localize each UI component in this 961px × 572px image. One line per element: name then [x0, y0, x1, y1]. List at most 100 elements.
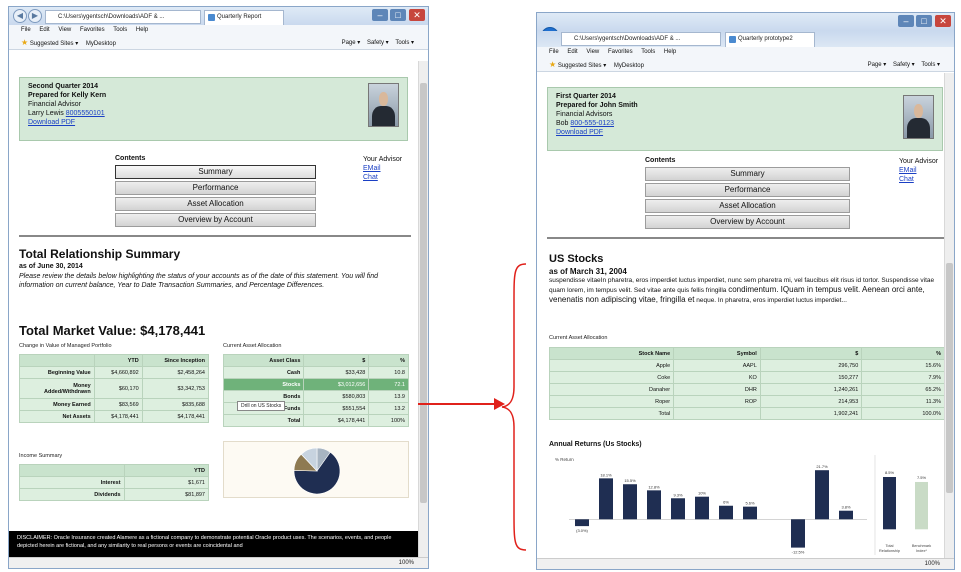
command-bar: Page ▾ Safety ▾ Tools ▾: [863, 58, 940, 72]
menu-favorites[interactable]: Favorites: [608, 49, 633, 55]
maximize-icon[interactable]: □: [390, 9, 406, 21]
close-icon[interactable]: ✕: [409, 9, 425, 21]
nav-summary-button[interactable]: Summary: [645, 167, 850, 181]
table-row[interactable]: Cash $33,428 10.8: [222, 366, 409, 379]
menu-edit[interactable]: Edit: [39, 27, 49, 33]
your-advisor-panel: Your Advisor EMail Chat: [899, 157, 938, 184]
prepared-for: Prepared for Kelly Kern: [28, 92, 107, 99]
nav-overview-button[interactable]: Overview by Account: [645, 215, 850, 229]
menu-favorites[interactable]: Favorites: [80, 27, 105, 33]
download-pdf-link[interactable]: Download PDF: [28, 118, 106, 127]
favorites-star-icon[interactable]: ★: [21, 38, 28, 47]
table-row: Roper ROP 214,953 11.3%: [548, 395, 944, 408]
summary-intro: Please review the details below highligh…: [19, 273, 379, 289]
advisor-role: Financial Advisors: [556, 111, 613, 118]
contents-label: Contents: [645, 157, 676, 164]
minimize-icon[interactable]: –: [898, 15, 914, 27]
left-scrollbar[interactable]: [418, 61, 428, 557]
cmd-safety[interactable]: Safety ▾: [893, 62, 915, 68]
nav-overview-button[interactable]: Overview by Account: [115, 213, 316, 227]
bar: [623, 484, 637, 520]
table-row: Coke KO 150,277 7.9%: [548, 371, 944, 384]
asset-allocation-table: Asset Class $ % Cash $33,428 10.8 Stocks…: [222, 354, 409, 427]
bar: [839, 510, 853, 520]
tab-quarterly-report[interactable]: Quarterly Report: [204, 10, 284, 25]
cmd-safety[interactable]: Safety ▾: [367, 40, 389, 46]
cmd-page[interactable]: Page ▾: [868, 62, 887, 68]
fav-mydesktop[interactable]: MyDesktop: [614, 63, 644, 69]
your-advisor-label: Your Advisor: [899, 158, 939, 165]
as-of-date: as of March 31, 2004: [549, 267, 627, 276]
forward-icon[interactable]: ▶: [28, 9, 42, 23]
comparison-value-label: 8.5%: [885, 470, 895, 475]
menu-file[interactable]: File: [549, 49, 559, 55]
comparison-bar: [915, 481, 928, 530]
quarter-title: First Quarter 2014: [556, 93, 616, 100]
total-market-value: Total Market Value: $4,178,441: [19, 323, 206, 338]
close-icon[interactable]: ✕: [935, 15, 951, 27]
menu-view[interactable]: View: [58, 27, 71, 33]
cmd-page[interactable]: Page ▾: [342, 40, 361, 46]
nav-asset-allocation-button[interactable]: Asset Allocation: [115, 197, 316, 211]
address-bar[interactable]: C:\Users\ygentsch\Downloads\ADF & ...: [561, 32, 721, 46]
nav-performance-button[interactable]: Performance: [645, 183, 850, 197]
tab-quarterly-prototype[interactable]: Quarterly prototype2: [725, 32, 815, 47]
allocation-pie-chart[interactable]: [224, 442, 410, 499]
cmd-tools[interactable]: Tools ▾: [395, 40, 414, 46]
address-bar[interactable]: C:\Users\ygentsch\Downloads\ADF & ...: [45, 10, 201, 24]
prepared-for: Prepared for John Smith: [556, 102, 638, 109]
email-link[interactable]: EMail: [899, 166, 938, 175]
advisor-phone-link[interactable]: 800-555-0123: [570, 120, 614, 127]
y-axis-label: % Return: [555, 457, 574, 462]
status-bar: 100%: [537, 558, 954, 569]
back-icon[interactable]: ◀: [13, 9, 27, 23]
annual-returns-chart: % Return (3.0%) 18.1% 15.5% 12.8% 9.3% 10% 6% 5.…: [555, 455, 931, 555]
table-row: Money Earned $83,569 $835,688: [19, 398, 210, 411]
table-row: Apple AAPL 296,750 15.6%: [548, 359, 944, 372]
table-row: Total 1,902,241 100.0%: [548, 407, 944, 420]
nav-performance-button[interactable]: Performance: [115, 181, 316, 195]
advisor-name: Bob: [556, 120, 569, 127]
menu-help[interactable]: Help: [664, 49, 676, 55]
chat-link[interactable]: Chat: [899, 175, 938, 184]
fav-suggested-sites[interactable]: Suggested Sites ▾: [30, 41, 78, 47]
fav-suggested-sites[interactable]: Suggested Sites ▾: [558, 63, 606, 69]
minimize-icon[interactable]: –: [372, 9, 388, 21]
menu-help[interactable]: Help: [136, 27, 148, 33]
zoom-level[interactable]: 100%: [925, 561, 940, 567]
download-pdf-link[interactable]: Download PDF: [556, 128, 638, 137]
left-browser-window: ◀ ▶ C:\Users\ygentsch\Downloads\ADF & ..…: [8, 6, 429, 569]
left-title-bar: ◀ ▶ C:\Users\ygentsch\Downloads\ADF & ..…: [9, 7, 428, 25]
comparison-category-label: Index*: [916, 549, 927, 553]
menu-tools[interactable]: Tools: [641, 49, 655, 55]
bar-value-label: 5.6%: [745, 501, 755, 506]
menu-edit[interactable]: Edit: [567, 49, 577, 55]
menu-file[interactable]: File: [21, 27, 31, 33]
chat-link[interactable]: Chat: [363, 173, 402, 182]
advisor-name: Larry Lewis: [28, 110, 64, 117]
bar: [815, 470, 829, 520]
bar: [791, 519, 805, 548]
favorites-star-icon[interactable]: ★: [549, 60, 556, 69]
menu-view[interactable]: View: [586, 49, 599, 55]
menu-tools[interactable]: Tools: [113, 27, 127, 33]
comparison-category-label: Relationship: [879, 549, 900, 553]
right-address-row: C:\Users\ygentsch\Downloads\ADF & ... Qu…: [537, 31, 954, 47]
bar-value-label: -12.5%: [792, 550, 805, 555]
change-in-value-label: Change in Value of Managed Portfolio: [19, 343, 112, 349]
bar: [575, 519, 589, 527]
maximize-icon[interactable]: □: [916, 15, 932, 27]
advisor-phone-link[interactable]: 8005550101: [66, 110, 105, 117]
fav-mydesktop[interactable]: MyDesktop: [86, 41, 116, 47]
cmd-tools[interactable]: Tools ▾: [921, 62, 940, 68]
zoom-level[interactable]: 100%: [399, 560, 414, 566]
table-row: Dividends $81,897: [19, 488, 210, 501]
right-scrollbar[interactable]: [944, 73, 954, 558]
bar-value-label: 18.1%: [600, 472, 612, 477]
nav-summary-button[interactable]: Summary: [115, 165, 316, 179]
table-row: Beginning Value $4,660,892 $2,458,264: [19, 366, 210, 379]
nav-asset-allocation-button[interactable]: Asset Allocation: [645, 199, 850, 213]
email-link[interactable]: EMail: [363, 164, 402, 173]
drill-tooltip: Drill on US Stocks: [237, 401, 286, 411]
table-row-selected[interactable]: Stocks $3,012,656 72.1: [222, 378, 409, 391]
